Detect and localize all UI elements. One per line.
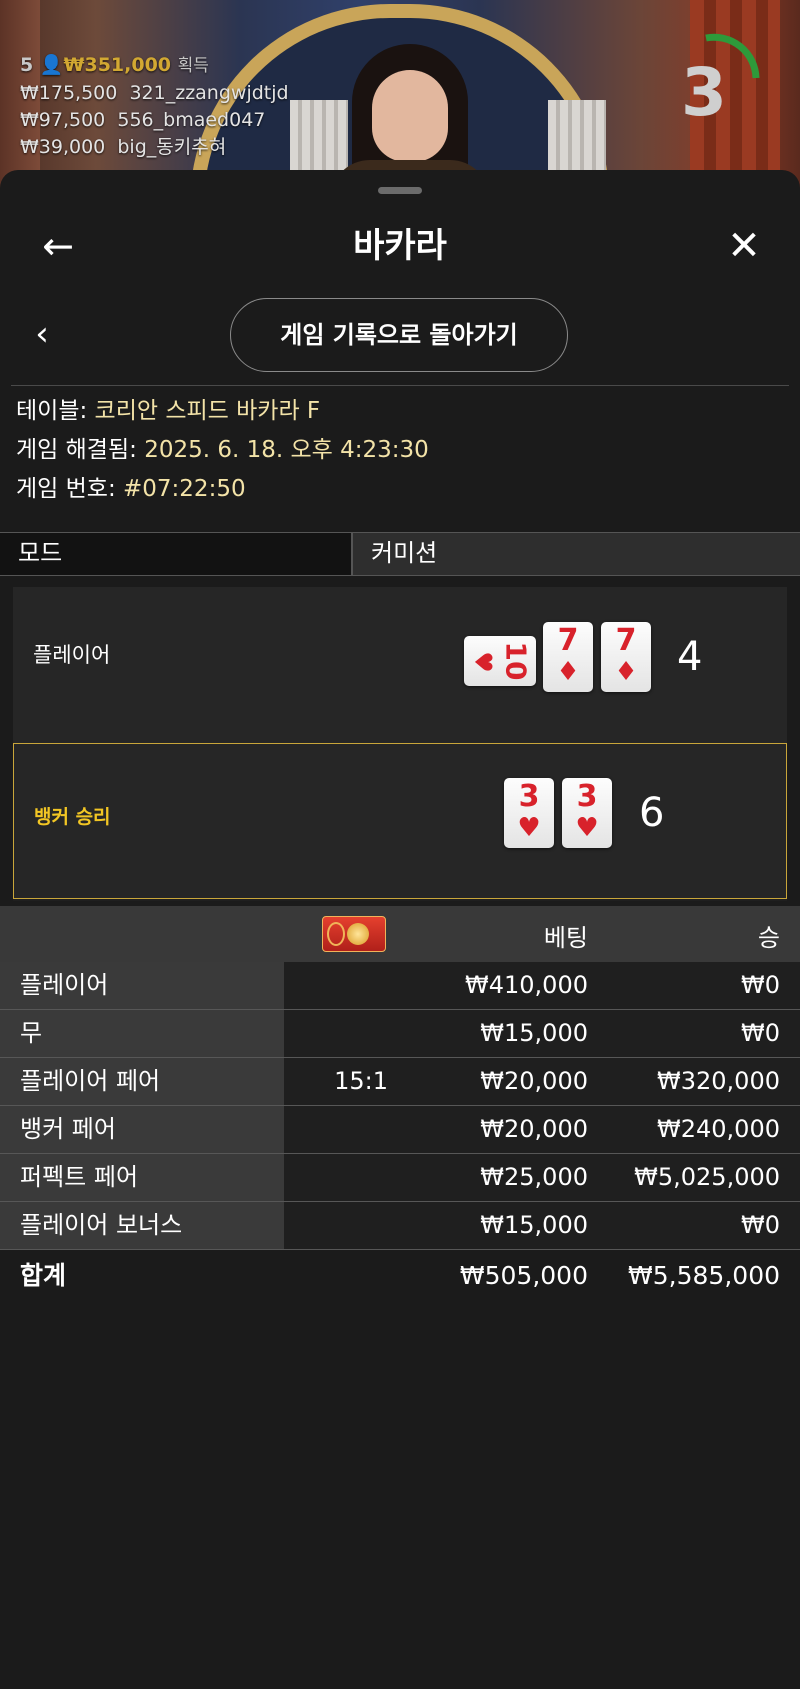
header-win: 승 (757, 924, 780, 952)
banker-hand-label: 뱅커 승리 (34, 806, 111, 828)
dealer-face (372, 70, 448, 162)
header-bet: 베팅 (543, 924, 588, 952)
card-rank: 7 (615, 623, 637, 658)
banker-hand: 뱅커 승리 3 ♥ 3 ♥ 6 (13, 743, 787, 899)
bet-name: 퍼펙트 페어 (0, 1154, 284, 1201)
win-amount: ₩240,000 (657, 1115, 780, 1143)
card-rank: 3 (518, 779, 540, 814)
back-to-history-button[interactable]: 게임 기록으로 돌아가기 (230, 298, 568, 372)
bets-table-header: 베팅 승 (0, 906, 800, 962)
info-number: 게임 번호: #07:22:50 (16, 470, 429, 509)
info-number-label: 게임 번호: (16, 476, 116, 502)
total-row: 합계 ₩505,000 ₩5,585,000 (0, 1250, 800, 1302)
bet-name: 무 (0, 1010, 284, 1057)
chevron-left-icon[interactable]: ‹ (28, 314, 56, 354)
info-table: 테이블: 코리안 스피드 바카라 F (16, 392, 429, 431)
info-table-value: 코리안 스피드 바카라 F (94, 398, 321, 424)
player-hand: 플레이어 ♥10 7 ♦ 7 ♦ 4 (13, 587, 787, 743)
win-amount: ₩320,000 (657, 1067, 780, 1095)
winner-user: 321_zzangwjdtjd (129, 82, 289, 104)
winners-suffix: 획득 (177, 56, 209, 76)
card-suit: ♦ (556, 657, 580, 687)
total-label: 합계 (20, 1261, 67, 1290)
winner-user: 556_bmaed047 (117, 109, 266, 131)
table-row: 무 ₩15,000 ₩0 (0, 1010, 800, 1058)
card-rank: 3 (576, 779, 598, 814)
win-amount: ₩0 (741, 1019, 780, 1047)
info-resolved-label: 게임 해결됨: (16, 437, 137, 463)
table-row: 플레이어 ₩410,000 ₩0 (0, 962, 800, 1010)
winner-row: ₩97,500 556_bmaed047 (20, 107, 289, 134)
winner-amount: ₩97,500 (20, 109, 106, 131)
card-rank: 7 (557, 623, 579, 658)
total-bet: ₩505,000 (459, 1261, 588, 1290)
info-table-label: 테이블: (16, 398, 88, 424)
player-card: ♥10 (464, 636, 536, 686)
info-number-value: #07:22:50 (123, 476, 246, 502)
banker-card: 3 ♥ (562, 778, 612, 848)
mode-value: 커미션 (353, 533, 800, 575)
player-card: 7 ♦ (601, 622, 651, 692)
win-amount: ₩5,025,000 (634, 1163, 780, 1191)
table-row: 플레이어 보너스 ₩15,000 ₩0 (0, 1202, 800, 1250)
winner-row: ₩39,000 big_동키추혀 (20, 134, 289, 161)
user-icon: 👤 (39, 54, 64, 76)
red-envelope-icon (322, 916, 386, 952)
countdown-timer: 3 (681, 54, 727, 131)
winners-total: ₩351,000 (63, 54, 172, 76)
bet-name: 플레이어 (0, 962, 284, 1009)
winner-amount: ₩175,500 (20, 82, 118, 104)
bet-amount: ₩25,000 (480, 1163, 588, 1191)
close-icon[interactable]: ✕ (722, 222, 766, 270)
card-face: ♥10 (468, 641, 532, 681)
round-result: 플레이어 ♥10 7 ♦ 7 ♦ 4 뱅커 승리 3 ♥ 3 ♥ 6 (13, 587, 787, 901)
winners-list: 5 👤₩351,000 획득 ₩175,500 321_zzangwjdtjd … (20, 52, 289, 161)
winner-amount: ₩39,000 (20, 136, 106, 158)
card-rank: 10 (499, 641, 532, 681)
info-resolved: 게임 해결됨: 2025. 6. 18. 오후 4:23:30 (16, 431, 429, 470)
bet-payout: 15:1 (334, 1067, 388, 1095)
table-row: 뱅커 페어 ₩20,000 ₩240,000 (0, 1106, 800, 1154)
winner-user: big_동키추혀 (117, 136, 227, 158)
bet-amount: ₩410,000 (465, 971, 588, 999)
bet-amount: ₩20,000 (480, 1067, 588, 1095)
game-info: 테이블: 코리안 스피드 바카라 F 게임 해결됨: 2025. 6. 18. … (16, 392, 429, 509)
win-amount: ₩0 (741, 971, 780, 999)
card-suit: ♥ (575, 813, 599, 843)
mode-row: 모드 커미션 (0, 532, 800, 576)
coin (347, 923, 369, 945)
mode-label: 모드 (0, 533, 353, 575)
table-row: 퍼펙트 페어 ₩25,000 ₩5,025,000 (0, 1154, 800, 1202)
history-nav: ‹ 게임 기록으로 돌아가기 (0, 296, 800, 376)
game-detail-sheet: ← 바카라 ✕ ‹ 게임 기록으로 돌아가기 테이블: 코리안 스피드 바카라 … (0, 170, 800, 1689)
bets-table: 베팅 승 플레이어 ₩410,000 ₩0 무 ₩15,000 ₩0 플레이어 … (0, 906, 800, 1302)
divider (11, 385, 789, 386)
bet-name: 플레이어 페어 (0, 1058, 284, 1105)
bet-amount: ₩15,000 (480, 1019, 588, 1047)
bet-name: 플레이어 보너스 (0, 1202, 284, 1249)
page-title: 바카라 (353, 226, 447, 266)
banker-card: 3 ♥ (504, 778, 554, 848)
bet-amount: ₩20,000 (480, 1115, 588, 1143)
title-bar: ← 바카라 ✕ (0, 210, 800, 286)
bet-amount: ₩15,000 (480, 1211, 588, 1239)
winners-header: 5 👤₩351,000 획득 (20, 52, 289, 80)
table-row: 플레이어 페어 15:1 ₩20,000 ₩320,000 (0, 1058, 800, 1106)
total-win: ₩5,585,000 (628, 1261, 780, 1290)
card-suit: ♦ (614, 657, 638, 687)
player-hand-label: 플레이어 (33, 643, 111, 667)
card-suit: ♥ (517, 813, 541, 843)
winner-row: ₩175,500 321_zzangwjdtjd (20, 80, 289, 107)
bet-name: 뱅커 페어 (0, 1106, 284, 1153)
winners-count: 5 (20, 54, 34, 76)
player-score: 4 (677, 634, 703, 680)
drag-handle[interactable] (378, 187, 422, 194)
banker-score: 6 (639, 790, 665, 836)
info-resolved-value: 2025. 6. 18. 오후 4:23:30 (144, 437, 429, 463)
player-card: 7 ♦ (543, 622, 593, 692)
win-amount: ₩0 (741, 1211, 780, 1239)
wave-pattern (327, 922, 345, 946)
